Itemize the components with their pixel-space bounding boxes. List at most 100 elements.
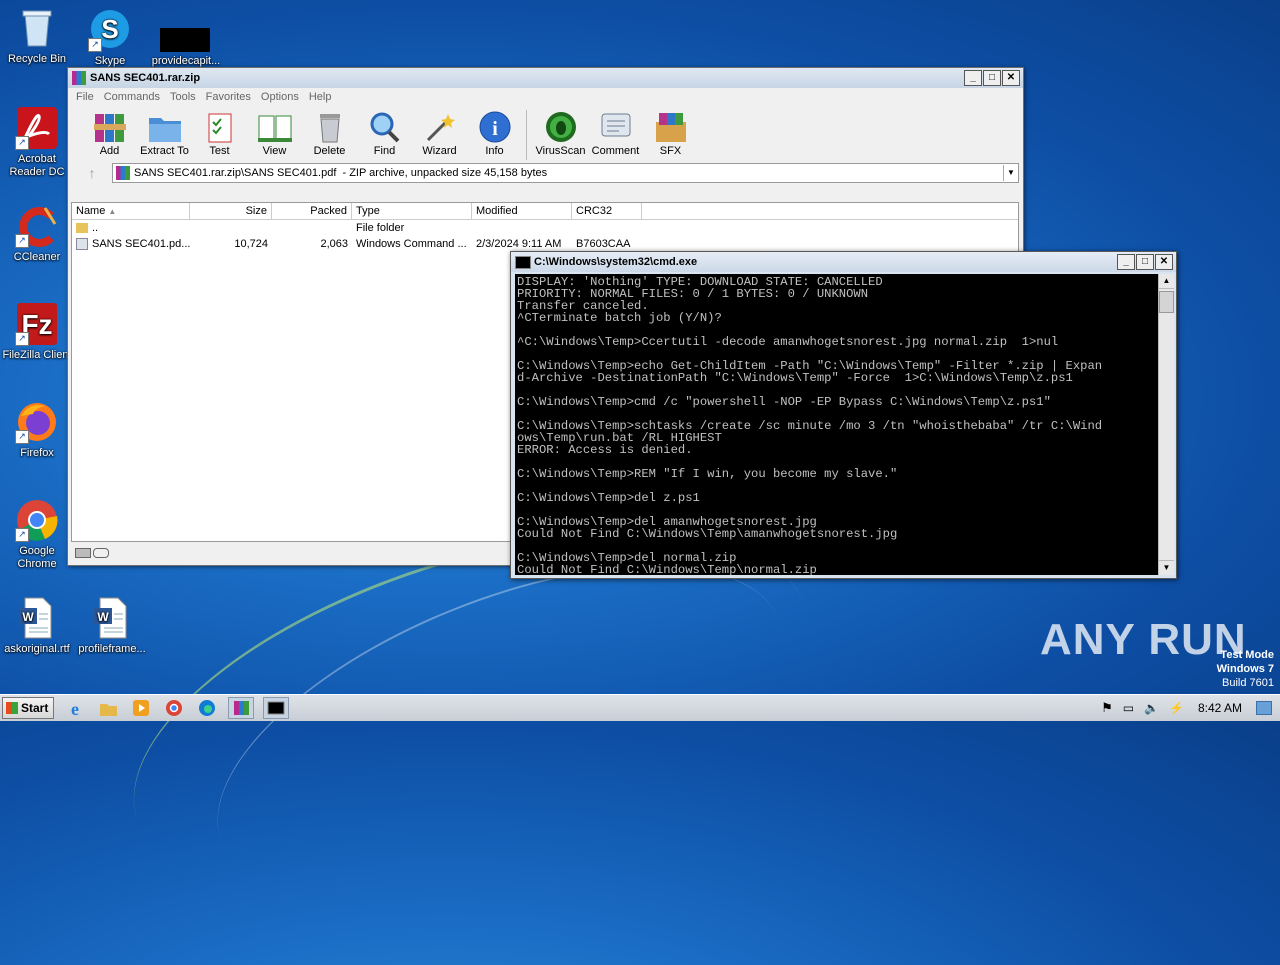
row-name-cell: SANS SEC401.pd...	[72, 236, 190, 252]
extract-to-label: Extract To	[140, 145, 189, 157]
minimize-button[interactable]: _	[1117, 254, 1135, 270]
column-name[interactable]: Name ▲	[72, 203, 190, 219]
toolbar-separator	[526, 110, 527, 160]
table-row[interactable]: .. File folder	[72, 220, 1018, 236]
menu-tools[interactable]: Tools	[165, 91, 201, 103]
menu-favorites[interactable]: Favorites	[201, 91, 256, 103]
comment-button[interactable]: Comment	[588, 106, 643, 157]
column-type[interactable]: Type	[352, 203, 472, 219]
desktop-icon-label: askoriginal.rtf	[4, 643, 70, 655]
desktop-icon-skype[interactable]: S ↗ Skype	[72, 8, 148, 68]
taskbar: Start e ⚑ ▭ 🔈 ⚡ 8:42 AM	[0, 694, 1280, 721]
sfx-button[interactable]: SFX	[643, 106, 698, 157]
acrobat-icon: ↗	[15, 106, 59, 150]
extract-to-button[interactable]: Extract To	[137, 106, 192, 157]
desktop-icon-recycle-bin[interactable]: Recycle Bin	[0, 6, 75, 66]
desktop-icon-ccleaner[interactable]: ↗ CCleaner	[0, 204, 75, 264]
scroll-up-arrow[interactable]: ▲	[1159, 274, 1174, 289]
winrar-titlebar[interactable]: SANS SEC401.rar.zip _ □ ✕	[68, 68, 1023, 88]
desktop-icon-label: profileframe...	[78, 643, 146, 655]
media-player-icon[interactable]	[129, 698, 153, 718]
dropdown-arrow-icon[interactable]: ▼	[1003, 165, 1018, 181]
firefox-icon: ↗	[15, 400, 59, 444]
file-icon	[160, 8, 210, 52]
flag-icon[interactable]: ⚑	[1101, 700, 1113, 716]
virusscan-button[interactable]: VirusScan	[533, 106, 588, 157]
menu-help[interactable]: Help	[304, 91, 337, 103]
menu-options[interactable]: Options	[256, 91, 304, 103]
comment-icon	[598, 110, 634, 144]
info-button[interactable]: i Info	[467, 106, 522, 157]
test-button[interactable]: Test	[192, 106, 247, 157]
recycle-bin-icon	[15, 6, 59, 50]
menu-commands[interactable]: Commands	[99, 91, 165, 103]
drive-icon	[75, 548, 91, 558]
desktop-icon-label: Acrobat Reader DC	[9, 153, 65, 178]
scroll-thumb[interactable]	[1159, 291, 1174, 313]
power-icon[interactable]: ⚡	[1169, 701, 1184, 715]
row-size-cell: 10,724	[234, 238, 268, 250]
winrar-taskbar-icon[interactable]	[228, 697, 254, 719]
desktop-icon-label: FileZilla Client	[2, 349, 72, 361]
view-button[interactable]: View	[247, 106, 302, 157]
test-label: Test	[209, 145, 230, 157]
up-arrow-icon[interactable]: ↑	[72, 165, 112, 181]
address-field[interactable]: SANS SEC401.rar.zip\SANS SEC401.pdf - ZI…	[112, 163, 1019, 183]
row-crc-cell: B7603CAA	[576, 238, 631, 250]
address-text: SANS SEC401.rar.zip\SANS SEC401.pdf - ZI…	[134, 167, 548, 179]
column-size[interactable]: Size	[190, 203, 272, 219]
column-crc32[interactable]: CRC32	[572, 203, 642, 219]
svg-text:e: e	[71, 699, 79, 718]
menu-file[interactable]: File	[71, 91, 99, 103]
desktop-icon-profileframe[interactable]: W profileframe...	[74, 596, 150, 656]
desktop-icon-label: Google Chrome	[17, 545, 57, 570]
address-bar: ↑ SANS SEC401.rar.zip\SANS SEC401.pdf - …	[68, 162, 1023, 184]
column-modified[interactable]: Modified	[472, 203, 572, 219]
test-mode-notice: Test Mode Windows 7 Build 7601	[1216, 649, 1274, 689]
close-button[interactable]: ✕	[1155, 254, 1173, 270]
cmd-taskbar-icon[interactable]	[263, 697, 289, 719]
volume-icon[interactable]: 🔈	[1144, 701, 1159, 715]
explorer-icon[interactable]	[96, 698, 120, 718]
show-desktop-button[interactable]	[1256, 701, 1272, 715]
network-icon[interactable]: ▭	[1123, 701, 1134, 715]
scroll-down-arrow[interactable]: ▼	[1159, 560, 1174, 575]
archive-icon	[116, 166, 130, 180]
edge-icon[interactable]	[195, 698, 219, 718]
minimize-button[interactable]: _	[964, 70, 982, 86]
desktop-icon-filezilla[interactable]: Fz ↗ FileZilla Client	[0, 302, 75, 362]
menu-bar: File Commands Tools Favorites Options He…	[68, 88, 1023, 106]
folder-icon	[147, 110, 183, 144]
add-button[interactable]: Add	[82, 106, 137, 157]
start-button[interactable]: Start	[2, 697, 54, 719]
desktop-icon-acrobat[interactable]: ↗ Acrobat Reader DC	[0, 106, 75, 179]
chrome-icon[interactable]	[162, 698, 186, 718]
ie-icon[interactable]: e	[63, 698, 87, 719]
maximize-button[interactable]: □	[983, 70, 1001, 86]
wizard-button[interactable]: Wizard	[412, 106, 467, 157]
desktop-icon-chrome[interactable]: ↗ Google Chrome	[0, 498, 75, 571]
desktop-icon-providecapit[interactable]: providecapit...	[148, 8, 224, 68]
row-modified-cell	[472, 220, 572, 236]
row-type-cell: Windows Command ...	[356, 238, 467, 250]
vertical-scrollbar[interactable]: ▲ ▼	[1158, 274, 1174, 575]
close-button[interactable]: ✕	[1002, 70, 1020, 86]
column-packed[interactable]: Packed	[272, 203, 352, 219]
clock[interactable]: 8:42 AM	[1198, 701, 1242, 715]
batch-file-icon	[76, 238, 88, 251]
desktop-icon-askoriginal[interactable]: W askoriginal.rtf	[0, 596, 75, 656]
delete-button[interactable]: Delete	[302, 106, 357, 157]
row-modified-cell: 2/3/2024 9:11 AM	[476, 238, 562, 250]
start-label: Start	[21, 701, 49, 715]
console-area[interactable]: DISPLAY: 'Nothing' TYPE: DOWNLOAD STATE:…	[515, 274, 1158, 575]
virusscan-label: VirusScan	[535, 145, 586, 157]
magic-wand-icon	[422, 110, 458, 144]
maximize-button[interactable]: □	[1136, 254, 1154, 270]
word-document-icon: W	[90, 596, 134, 640]
cmd-titlebar[interactable]: C:\Windows\system32\cmd.exe _ □ ✕	[511, 252, 1176, 272]
info-label: Info	[485, 145, 504, 157]
find-button[interactable]: Find	[357, 106, 412, 157]
desktop-icon-firefox[interactable]: ↗ Firefox	[0, 400, 75, 460]
add-label: Add	[99, 145, 120, 157]
table-row[interactable]: SANS SEC401.pd... 10,724 2,063 Windows C…	[72, 236, 1018, 252]
